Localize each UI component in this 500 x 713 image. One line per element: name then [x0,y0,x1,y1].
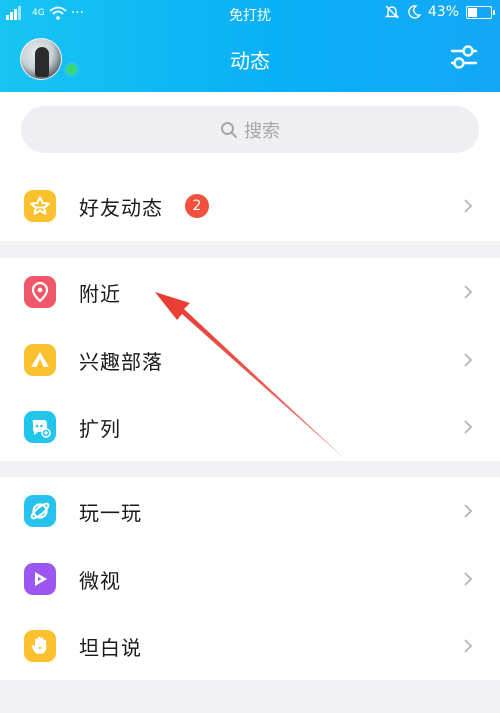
planet-icon [24,495,56,527]
moon-icon [408,5,421,19]
chat-plus-icon [24,411,56,443]
row-friend-feed[interactable]: 好友动态 2 [0,172,500,240]
row-expand-list[interactable]: 扩列 [0,393,500,461]
hand-icon [24,630,56,662]
row-label: 扩列 [79,416,121,441]
row-interest-tribe[interactable]: 兴趣部落 [0,326,500,394]
section-discover: 附近 兴趣部落 扩列 [0,258,500,461]
chevron-right-icon [464,572,473,586]
search-placeholder: 搜索 [244,120,280,142]
app-header: 4G ··· 免打扰 43% 动态 [0,0,500,92]
chevron-right-icon [464,504,473,518]
star-icon [24,190,56,222]
chevron-right-icon [464,420,473,434]
location-pin-icon [24,276,56,308]
row-weishi[interactable]: 微视 [0,545,500,613]
chevron-right-icon [464,199,473,213]
row-label: 微视 [79,568,121,593]
battery-level [468,7,478,17]
row-label: 兴趣部落 [79,349,163,374]
page-title: 动态 [230,49,270,73]
mute-bell-icon [384,5,400,19]
chevron-right-icon [464,639,473,653]
sliders-icon [450,45,478,69]
chevron-right-icon [464,285,473,299]
row-label: 附近 [79,281,121,306]
status-bar: 4G ··· 免打扰 43% [0,0,500,26]
status-right: 43% [384,4,495,20]
play-icon [24,563,56,595]
tent-icon [24,344,56,376]
search-section: 搜索 [0,92,500,172]
row-label: 好友动态 [79,195,163,220]
row-confession[interactable]: 坦白说 [0,612,500,680]
filter-settings-button[interactable] [446,40,482,74]
search-input[interactable]: 搜索 [21,106,479,153]
row-label: 坦白说 [79,635,142,660]
search-icon [221,121,237,138]
row-nearby[interactable]: 附近 [0,258,500,326]
unread-badge: 2 [185,194,209,218]
section-friends: 好友动态 2 [0,172,500,241]
battery-percent: 43% [427,4,459,20]
battery-icon [466,5,495,19]
chevron-right-icon [464,353,473,367]
row-play-games[interactable]: 玩一玩 [0,477,500,545]
section-entertainment: 玩一玩 微视 坦白说 [0,477,500,680]
row-label: 玩一玩 [79,500,142,525]
